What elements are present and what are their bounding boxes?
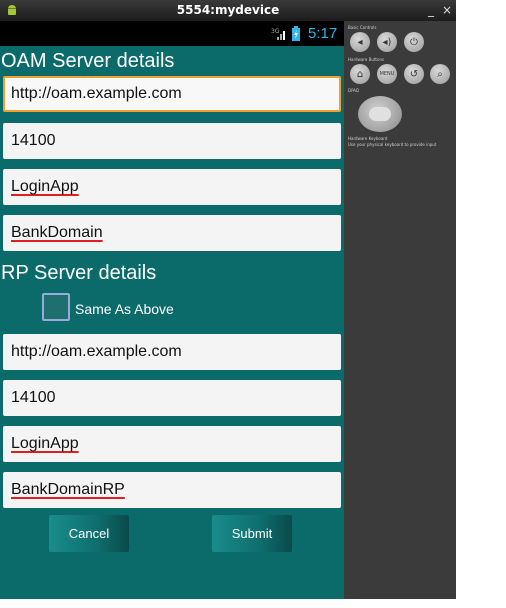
dpad-label: DPAD <box>348 88 360 93</box>
oam-heading: OAM Server details <box>1 50 175 72</box>
emulator-controls-panel: Basic Controls ◂ ◂) ⏻ Hardware Buttons ⌂… <box>344 21 456 599</box>
submit-button[interactable]: Submit <box>212 515 292 552</box>
same-as-above-label: Same As Above <box>75 301 174 317</box>
oam-domain-field[interactable]: BankDomain <box>3 215 341 251</box>
oam-url-field[interactable]: http://oam.example.com <box>3 76 341 112</box>
status-bar: 3G 5:17 <box>0 21 344 46</box>
oam-app-field[interactable]: LoginApp <box>3 169 341 205</box>
hardware-keyboard-hint: Use your physical keyboard to provide in… <box>348 142 437 147</box>
cancel-button[interactable]: Cancel <box>49 515 129 552</box>
oam-port-field[interactable]: 14100 <box>3 123 341 159</box>
dpad-control[interactable] <box>358 96 402 132</box>
close-button[interactable]: × <box>440 2 454 18</box>
volume-down-icon[interactable]: ◂ <box>350 32 370 52</box>
window-titlebar: 5554:mydevice _ × <box>0 0 456 21</box>
basic-controls-label: Basic Controls <box>348 25 377 30</box>
dpad-center-button[interactable] <box>369 107 391 121</box>
search-icon[interactable]: ⌕ <box>430 64 450 84</box>
clock: 5:17 <box>308 25 338 42</box>
oam-domain-value: BankDomain <box>11 224 103 241</box>
rp-url-field[interactable]: http://oam.example.com <box>3 334 341 370</box>
home-icon[interactable]: ⌂ <box>350 64 370 84</box>
rp-domain-field[interactable]: BankDomainRP <box>3 472 341 508</box>
back-icon[interactable]: ↺ <box>404 64 424 84</box>
signal-icon: 3G <box>271 28 285 40</box>
minimize-button[interactable]: _ <box>424 2 438 18</box>
menu-button[interactable]: MENU <box>377 64 397 84</box>
rp-domain-value: BankDomainRP <box>11 481 125 498</box>
power-icon[interactable]: ⏻ <box>404 32 424 52</box>
rp-app-field[interactable]: LoginApp <box>3 426 341 462</box>
device-screen: 3G 5:17 OAM Server details http://oam.ex… <box>0 21 344 599</box>
network-type: 3G <box>271 28 280 35</box>
same-as-above-checkbox[interactable] <box>42 293 70 321</box>
rp-heading: RP Server details <box>1 262 157 284</box>
oam-app-value: LoginApp <box>11 178 79 195</box>
volume-up-icon[interactable]: ◂) <box>377 32 397 52</box>
rp-port-field[interactable]: 14100 <box>3 380 341 416</box>
window-title: 5554:mydevice <box>176 3 280 17</box>
battery-icon <box>292 26 300 41</box>
rp-app-value: LoginApp <box>11 435 79 452</box>
hardware-buttons-label: Hardware Buttons <box>348 57 385 62</box>
hardware-keyboard-label: Hardware Keyboard <box>348 136 388 141</box>
